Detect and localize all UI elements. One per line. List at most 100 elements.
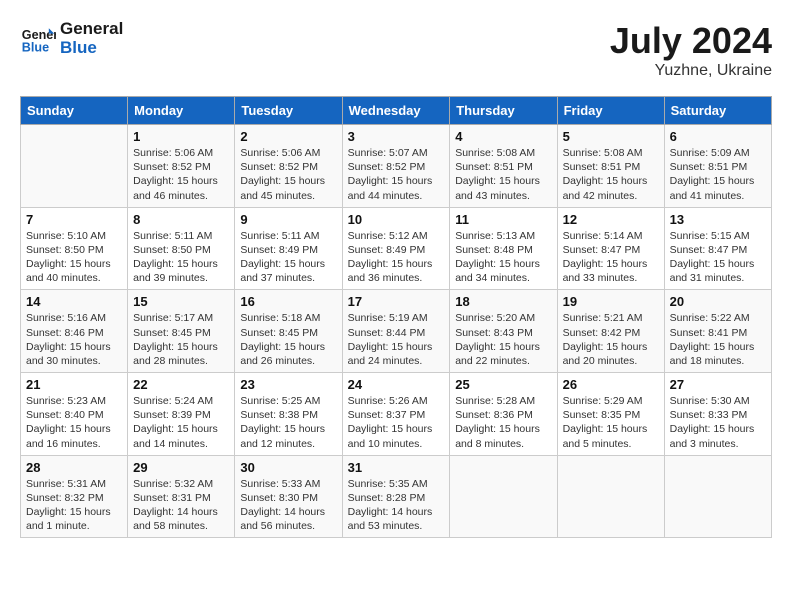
cell-sun-info: Sunrise: 5:22 AM Sunset: 8:41 PM Dayligh…: [670, 311, 766, 368]
column-header-saturday: Saturday: [664, 97, 771, 125]
day-number: 3: [348, 129, 445, 144]
day-number: 19: [563, 294, 659, 309]
day-number: 12: [563, 212, 659, 227]
week-row-5: 28 Sunrise: 5:31 AM Sunset: 8:32 PM Dayli…: [21, 455, 772, 538]
day-number: 31: [348, 460, 445, 475]
logo: General Blue General Blue: [20, 20, 123, 57]
cell-sun-info: Sunrise: 5:25 AM Sunset: 8:38 PM Dayligh…: [240, 394, 336, 451]
calendar-body: 1 Sunrise: 5:06 AM Sunset: 8:52 PM Daylig…: [21, 125, 772, 538]
calendar-cell: 23 Sunrise: 5:25 AM Sunset: 8:38 PM Dayli…: [235, 373, 342, 456]
column-header-tuesday: Tuesday: [235, 97, 342, 125]
calendar-cell: 9 Sunrise: 5:11 AM Sunset: 8:49 PM Daylig…: [235, 207, 342, 290]
day-number: 8: [133, 212, 229, 227]
day-number: 29: [133, 460, 229, 475]
day-number: 4: [455, 129, 551, 144]
calendar-cell: 20 Sunrise: 5:22 AM Sunset: 8:41 PM Dayli…: [664, 290, 771, 373]
day-number: 25: [455, 377, 551, 392]
cell-sun-info: Sunrise: 5:26 AM Sunset: 8:37 PM Dayligh…: [348, 394, 445, 451]
column-header-sunday: Sunday: [21, 97, 128, 125]
calendar-header-row: SundayMondayTuesdayWednesdayThursdayFrid…: [21, 97, 772, 125]
week-row-1: 1 Sunrise: 5:06 AM Sunset: 8:52 PM Daylig…: [21, 125, 772, 208]
calendar-cell: 16 Sunrise: 5:18 AM Sunset: 8:45 PM Dayli…: [235, 290, 342, 373]
day-number: 16: [240, 294, 336, 309]
calendar-cell: 29 Sunrise: 5:32 AM Sunset: 8:31 PM Dayli…: [128, 455, 235, 538]
day-number: 7: [26, 212, 122, 227]
calendar-cell: 8 Sunrise: 5:11 AM Sunset: 8:50 PM Daylig…: [128, 207, 235, 290]
cell-sun-info: Sunrise: 5:16 AM Sunset: 8:46 PM Dayligh…: [26, 311, 122, 368]
day-number: 23: [240, 377, 336, 392]
calendar-cell: [450, 455, 557, 538]
calendar-cell: 22Sunrise: 5:24 AM Sunset: 8:39 PM Dayli…: [128, 373, 235, 456]
day-number: 11: [455, 212, 551, 227]
column-header-monday: Monday: [128, 97, 235, 125]
cell-sun-info: Sunrise: 5:15 AM Sunset: 8:47 PM Dayligh…: [670, 229, 766, 286]
calendar-cell: 18Sunrise: 5:20 AM Sunset: 8:43 PM Dayli…: [450, 290, 557, 373]
day-number: 21: [26, 377, 122, 392]
calendar-cell: 24 Sunrise: 5:26 AM Sunset: 8:37 PM Dayli…: [342, 373, 450, 456]
calendar-cell: 21 Sunrise: 5:23 AM Sunset: 8:40 PM Dayli…: [21, 373, 128, 456]
day-number: 28: [26, 460, 122, 475]
cell-sun-info: Sunrise: 5:30 AM Sunset: 8:33 PM Dayligh…: [670, 394, 766, 451]
calendar-cell: 10Sunrise: 5:12 AM Sunset: 8:49 PM Dayli…: [342, 207, 450, 290]
logo-line1: General: [60, 20, 123, 39]
calendar-cell: 1Sunrise: 5:06 AM Sunset: 8:52 PM Daylig…: [128, 125, 235, 208]
day-number: 20: [670, 294, 766, 309]
calendar-cell: 14 Sunrise: 5:16 AM Sunset: 8:46 PM Dayli…: [21, 290, 128, 373]
cell-sun-info: Sunrise: 5:08 AM Sunset: 8:51 PM Dayligh…: [455, 146, 551, 203]
cell-sun-info: Sunrise: 5:28 AM Sunset: 8:36 PM Dayligh…: [455, 394, 551, 451]
day-number: 14: [26, 294, 122, 309]
calendar-cell: [664, 455, 771, 538]
day-number: 18: [455, 294, 551, 309]
cell-sun-info: Sunrise: 5:14 AM Sunset: 8:47 PM Dayligh…: [563, 229, 659, 286]
column-header-thursday: Thursday: [450, 97, 557, 125]
day-number: 1: [133, 129, 229, 144]
column-header-wednesday: Wednesday: [342, 97, 450, 125]
cell-sun-info: Sunrise: 5:29 AM Sunset: 8:35 PM Dayligh…: [563, 394, 659, 451]
page-header: General Blue General Blue July 2024 Yuzh…: [20, 20, 772, 80]
cell-sun-info: Sunrise: 5:09 AM Sunset: 8:51 PM Dayligh…: [670, 146, 766, 203]
calendar-cell: 25 Sunrise: 5:28 AM Sunset: 8:36 PM Dayli…: [450, 373, 557, 456]
calendar-cell: 17 Sunrise: 5:19 AM Sunset: 8:44 PM Dayli…: [342, 290, 450, 373]
calendar-cell: 6Sunrise: 5:09 AM Sunset: 8:51 PM Daylig…: [664, 125, 771, 208]
cell-sun-info: Sunrise: 5:13 AM Sunset: 8:48 PM Dayligh…: [455, 229, 551, 286]
column-header-friday: Friday: [557, 97, 664, 125]
cell-sun-info: Sunrise: 5:10 AM Sunset: 8:50 PM Dayligh…: [26, 229, 122, 286]
day-number: 17: [348, 294, 445, 309]
cell-sun-info: Sunrise: 5:17 AM Sunset: 8:45 PM Dayligh…: [133, 311, 229, 368]
month-title: July 2024: [610, 20, 772, 62]
day-number: 15: [133, 294, 229, 309]
calendar-cell: 26 Sunrise: 5:29 AM Sunset: 8:35 PM Dayli…: [557, 373, 664, 456]
cell-sun-info: Sunrise: 5:19 AM Sunset: 8:44 PM Dayligh…: [348, 311, 445, 368]
calendar-cell: 31Sunrise: 5:35 AM Sunset: 8:28 PM Dayli…: [342, 455, 450, 538]
cell-sun-info: Sunrise: 5:24 AM Sunset: 8:39 PM Dayligh…: [133, 394, 229, 451]
day-number: 10: [348, 212, 445, 227]
cell-sun-info: Sunrise: 5:07 AM Sunset: 8:52 PM Dayligh…: [348, 146, 445, 203]
calendar-cell: 11 Sunrise: 5:13 AM Sunset: 8:48 PM Dayli…: [450, 207, 557, 290]
day-number: 24: [348, 377, 445, 392]
cell-sun-info: Sunrise: 5:23 AM Sunset: 8:40 PM Dayligh…: [26, 394, 122, 451]
calendar-cell: 3 Sunrise: 5:07 AM Sunset: 8:52 PM Daylig…: [342, 125, 450, 208]
calendar-cell: 19Sunrise: 5:21 AM Sunset: 8:42 PM Dayli…: [557, 290, 664, 373]
calendar-cell: 7 Sunrise: 5:10 AM Sunset: 8:50 PM Daylig…: [21, 207, 128, 290]
calendar-cell: [21, 125, 128, 208]
day-number: 2: [240, 129, 336, 144]
cell-sun-info: Sunrise: 5:08 AM Sunset: 8:51 PM Dayligh…: [563, 146, 659, 203]
day-number: 27: [670, 377, 766, 392]
cell-sun-info: Sunrise: 5:11 AM Sunset: 8:50 PM Dayligh…: [133, 229, 229, 286]
calendar-cell: 2 Sunrise: 5:06 AM Sunset: 8:52 PM Daylig…: [235, 125, 342, 208]
week-row-3: 14 Sunrise: 5:16 AM Sunset: 8:46 PM Dayli…: [21, 290, 772, 373]
cell-sun-info: Sunrise: 5:18 AM Sunset: 8:45 PM Dayligh…: [240, 311, 336, 368]
calendar-cell: 5 Sunrise: 5:08 AM Sunset: 8:51 PM Daylig…: [557, 125, 664, 208]
location-subtitle: Yuzhne, Ukraine: [610, 62, 772, 80]
day-number: 5: [563, 129, 659, 144]
cell-sun-info: Sunrise: 5:11 AM Sunset: 8:49 PM Dayligh…: [240, 229, 336, 286]
day-number: 9: [240, 212, 336, 227]
day-number: 26: [563, 377, 659, 392]
cell-sun-info: Sunrise: 5:06 AM Sunset: 8:52 PM Dayligh…: [240, 146, 336, 203]
cell-sun-info: Sunrise: 5:31 AM Sunset: 8:32 PM Dayligh…: [26, 477, 122, 534]
calendar-cell: 15 Sunrise: 5:17 AM Sunset: 8:45 PM Dayli…: [128, 290, 235, 373]
calendar-cell: 13Sunrise: 5:15 AM Sunset: 8:47 PM Dayli…: [664, 207, 771, 290]
calendar-cell: 27 Sunrise: 5:30 AM Sunset: 8:33 PM Dayli…: [664, 373, 771, 456]
cell-sun-info: Sunrise: 5:32 AM Sunset: 8:31 PM Dayligh…: [133, 477, 229, 534]
title-block: July 2024 Yuzhne, Ukraine: [610, 20, 772, 80]
